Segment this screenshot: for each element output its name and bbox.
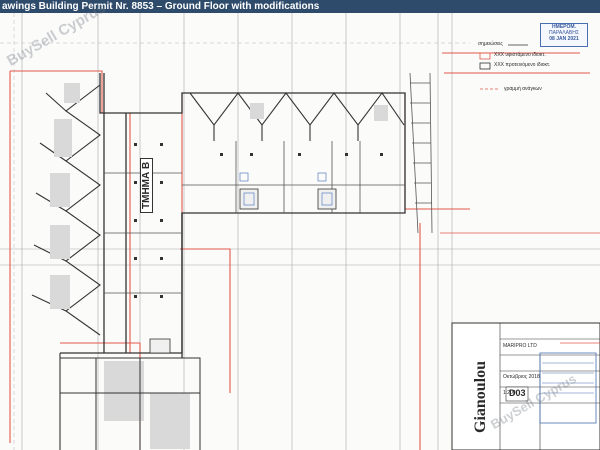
- floor-plan-svg: [0, 13, 600, 450]
- building-outline: [60, 73, 406, 358]
- legend-proposed: XXX προτεινόμενο ιδιοκτ.: [494, 62, 551, 68]
- zigzag-facade-top: [189, 92, 405, 141]
- architect-name: Gianoulou: [472, 360, 489, 433]
- stamp-date: 08 JAN 2021: [549, 36, 579, 42]
- legend-title: σημειώσεις: [478, 41, 503, 47]
- drawing-date: Οκτώβριος 2018: [503, 374, 540, 380]
- legend-existing: XXX υφιστάμενο ιδιοκτ.: [494, 52, 546, 58]
- floor-plan-drawing: BuySell Cyprus BuySell Cyprus ΤΜΗΜΑ Β ση…: [0, 0, 600, 450]
- client-name: MARIPRO LTD: [503, 343, 537, 349]
- shaded-areas: [50, 83, 388, 449]
- window-title: awings Building Permit Nr. 8853 – Ground…: [2, 1, 320, 12]
- section-label: ΤΜΗΜΑ Β: [140, 157, 153, 213]
- structural-columns: [134, 143, 383, 298]
- date-received-stamp: ΗΜΕΡΟΜ. ΠΑΡΑΛΑΒΗΣ 08 JAN 2021: [540, 23, 588, 47]
- legend-boundary: γραμμή ανάγκων: [504, 86, 542, 92]
- sheet-number: D03: [509, 388, 526, 398]
